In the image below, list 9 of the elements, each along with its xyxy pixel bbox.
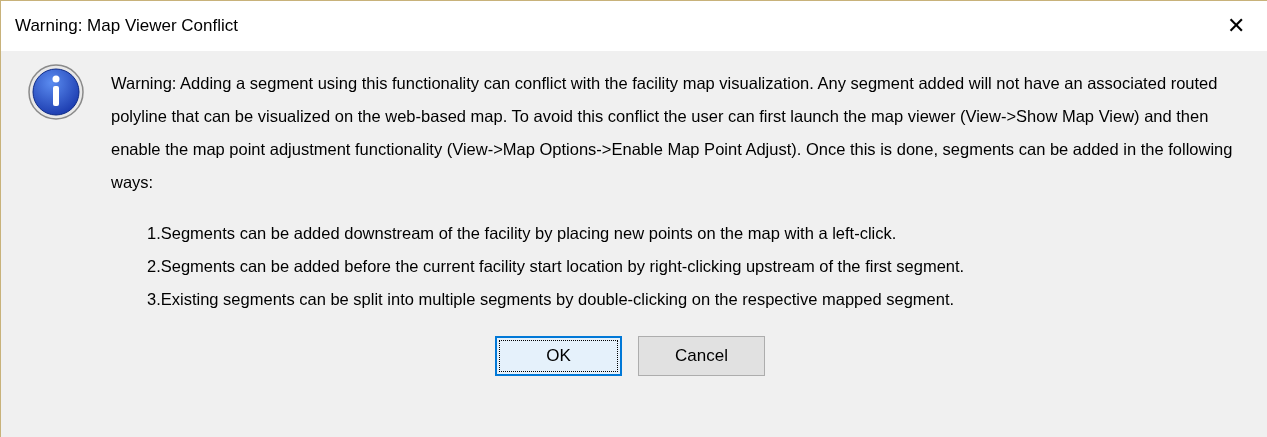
list-step: 3.Existing segments can be split into multiple segments by double-clicking on the respective mapped segment. [147, 283, 1261, 316]
warning-message: Warning: Adding a segment using this functionality can conflict with the facility map visualization. Any segment added will not have an associated routed polyline that can be visualized on the web-based map. To avoid this conflict the user can first launch the map viewer (View->Show Map View) and then enable the map point adjustment functionality (View->Map Options->Enable Map Point Adjust). Once this is done, segments can be added in the following ways: [111, 73, 1234, 193]
dialog-button[interactable]: Cancel [638, 336, 765, 376]
list-step: 2.Segments can be added before the current facility start location by right-clicking upstream of the first segment. [147, 250, 1261, 283]
window-title: Warning: Map Viewer Conflict [15, 15, 238, 38]
dialog-button[interactable]: OK [495, 336, 622, 376]
info-icon [27, 63, 85, 121]
list-step: 1.Segments can be added downstream of the facility by placing new points on the map with a left-click. [147, 217, 1261, 250]
close-button[interactable]: ✕ [1223, 15, 1249, 37]
